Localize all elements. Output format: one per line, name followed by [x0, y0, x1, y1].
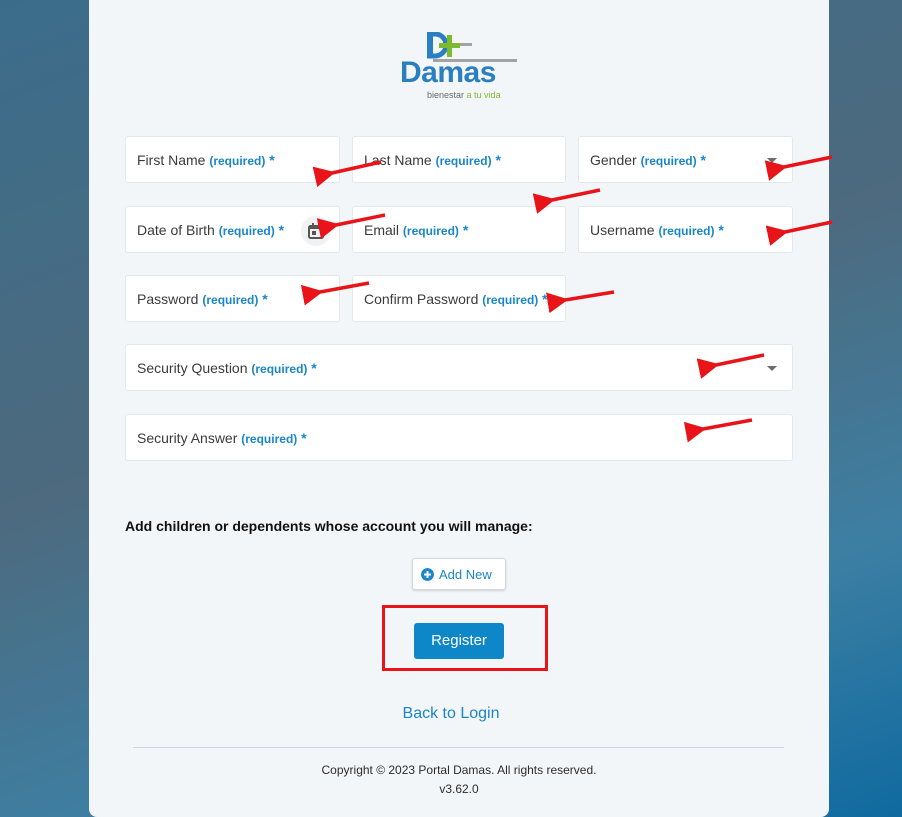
security-question-select[interactable]: Security Question (required) * [125, 344, 793, 391]
version-text: v3.62.0 [439, 782, 479, 796]
registration-card [89, 0, 829, 817]
security-answer-field[interactable]: Security Answer (required) * [125, 414, 793, 461]
copyright-text: Copyright © 2023 Portal Damas. All right… [321, 763, 597, 777]
email-field[interactable]: Email (required) * [352, 206, 566, 253]
password-field[interactable]: Password (required) * [125, 275, 340, 322]
add-new-button[interactable]: Add New [412, 558, 506, 590]
first-name-field[interactable]: First Name (required) * [125, 136, 340, 183]
damas-logo: Damas bienestar a tu vida [400, 32, 520, 102]
last-name-field[interactable]: Last Name (required) * [352, 136, 566, 183]
gender-select[interactable]: Gender (required) * [578, 136, 793, 183]
chevron-down-icon [767, 366, 777, 371]
register-button[interactable]: Register [414, 623, 504, 659]
calendar-icon [308, 223, 324, 239]
username-field[interactable]: Username (required) * [578, 206, 793, 253]
calendar-button[interactable] [301, 216, 331, 246]
confirm-password-field[interactable]: Confirm Password (required) * [352, 275, 566, 322]
footer-divider [133, 747, 784, 748]
back-to-login-link[interactable]: Back to Login [0, 705, 902, 723]
chevron-down-icon [767, 158, 777, 163]
dependents-heading: Add children or dependents whose account… [125, 518, 533, 534]
date-of-birth-field[interactable]: Date of Birth (required) * [125, 206, 340, 253]
add-new-label: Add New [439, 567, 492, 582]
logo-tagline: bienestar a tu vida [427, 90, 501, 100]
logo-wordmark: Damas [400, 56, 496, 89]
plus-circle-icon [421, 568, 434, 581]
